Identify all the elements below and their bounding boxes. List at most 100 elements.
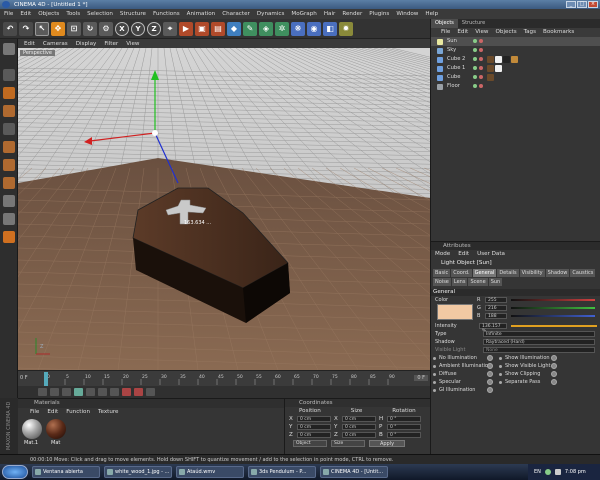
menu-item-dynamics[interactable]: Dynamics [257, 11, 285, 17]
intensity-slider[interactable] [511, 325, 597, 327]
materials-menu-texture[interactable]: Texture [98, 408, 118, 417]
menu-item-hair[interactable]: Hair [324, 11, 336, 17]
tab-structure[interactable]: Structure [458, 19, 489, 28]
render-dot-icon[interactable] [479, 48, 483, 52]
perspective-viewport[interactable]: 163.634 ... Z Perspective [18, 48, 430, 370]
points-mode-icon[interactable] [3, 141, 15, 153]
y-axis-lock-icon[interactable]: Y [131, 21, 145, 36]
taskbar-button[interactable]: white_wood_1.jpg - ... [104, 466, 172, 478]
object-mode-icon[interactable] [3, 87, 15, 99]
checkbox-separate-pass[interactable] [551, 379, 557, 385]
menu-item-plugins[interactable]: Plugins [369, 11, 389, 17]
redo-icon[interactable]: ↷ [19, 21, 33, 36]
visible-light-select[interactable]: None [483, 347, 595, 353]
scale-tool-icon[interactable]: ⊡ [67, 21, 81, 36]
rotate-tool-icon[interactable]: ↻ [83, 21, 97, 36]
object-row-cube[interactable]: Cube [431, 73, 600, 82]
menu-item-window[interactable]: Window [396, 11, 418, 17]
intensity-field[interactable]: 136.157 % [479, 323, 507, 334]
render-dot-icon[interactable] [479, 57, 483, 61]
deformer-icon[interactable]: ❋ [291, 21, 305, 36]
render-dot-icon[interactable] [479, 75, 483, 79]
rotation-b-field[interactable]: 0 ° [387, 432, 421, 438]
timeline-ruler[interactable]: 0 5 10 15 20 25 30 35 40 45 50 55 60 65 70 75 80 85 90 [18, 371, 430, 387]
attr-tab-coord[interactable]: Coord. [451, 269, 472, 277]
attributes-menu-mode[interactable]: Mode [435, 250, 450, 259]
render-view-icon[interactable]: ▶ [179, 21, 193, 36]
texture-tag-icon[interactable] [511, 56, 518, 63]
object-row-cube-2[interactable]: Cube 2 [431, 55, 600, 64]
edges-mode-icon[interactable] [3, 159, 15, 171]
visibility-dot-icon[interactable] [473, 57, 477, 61]
rgb-value-r[interactable]: 255 [485, 297, 507, 303]
texture-tag-icon[interactable] [487, 74, 494, 81]
attr-tab-general[interactable]: General [472, 269, 497, 277]
attr-tab-lens[interactable]: Lens [451, 278, 468, 286]
size-x-field[interactable]: 0 cm [342, 416, 376, 422]
render-picture-viewer-icon[interactable]: ▣ [195, 21, 209, 36]
cube-primitive-icon[interactable]: ◆ [227, 21, 241, 36]
attr-tab-details[interactable]: Details [497, 269, 519, 277]
timeline-playhead[interactable] [44, 372, 48, 386]
taskbar-button[interactable]: 3ds Pendulum - P... [248, 466, 316, 478]
rgb-value-b[interactable]: 188 [485, 313, 507, 319]
checkbox-show-illumination[interactable] [551, 355, 557, 361]
light-icon[interactable]: ✹ [339, 21, 353, 36]
checkbox-gi-illumination[interactable] [487, 387, 493, 393]
render-dot-icon[interactable] [479, 84, 483, 88]
array-generator-icon[interactable]: ✲ [275, 21, 289, 36]
attr-tab-shadow[interactable]: Shadow [545, 269, 570, 277]
shadow-select[interactable]: Raytraced (Hard) [483, 339, 595, 345]
viewport-menu-cameras[interactable]: Cameras [43, 41, 68, 47]
rgb-slider-r[interactable] [511, 299, 595, 301]
checkbox-ambient-illumination[interactable] [487, 363, 493, 369]
next-key-icon[interactable] [98, 388, 107, 396]
size-z-field[interactable]: 0 cm [342, 432, 376, 438]
checkbox-show-clipping[interactable] [551, 371, 557, 377]
menu-item-animation[interactable]: Animation [187, 11, 216, 17]
start-button[interactable] [2, 465, 28, 479]
x-axis-lock-icon[interactable]: X [115, 21, 129, 36]
snapping-icon[interactable] [3, 231, 15, 243]
go-to-end-icon[interactable] [110, 388, 119, 396]
material-preview-1[interactable] [22, 419, 42, 439]
timeline[interactable]: 0 5 10 15 20 25 30 35 40 45 50 55 60 65 70 75 80 85 90 0 F… [18, 370, 430, 386]
tab-objects[interactable]: Objects [431, 19, 458, 28]
timeline-end-frame[interactable]: 0 F [414, 375, 428, 381]
size-y-field[interactable]: 0 cm [342, 424, 376, 430]
network-icon[interactable] [544, 469, 551, 475]
size-mode-select[interactable]: Size [331, 440, 365, 447]
objects-menu-objects[interactable]: Objects [496, 28, 517, 37]
taskbar-button[interactable]: CINEMA 4D - [Untit... [320, 466, 388, 478]
rgb-slider-b[interactable] [511, 315, 595, 317]
menu-item-selection[interactable]: Selection [87, 11, 113, 17]
attr-tab-basic[interactable]: Basic [433, 269, 451, 277]
visibility-dot-icon[interactable] [473, 39, 477, 43]
texture-tag-icon[interactable] [495, 65, 502, 72]
object-row-floor[interactable]: Floor [431, 82, 600, 91]
rgb-value-g[interactable]: 216 [485, 305, 507, 311]
spline-pen-icon[interactable]: ✎ [243, 21, 257, 36]
model-mode-icon[interactable] [3, 69, 15, 81]
render-dot-icon[interactable] [479, 39, 483, 43]
object-row-sun[interactable]: Sun [431, 37, 600, 46]
render-dot-icon[interactable] [479, 66, 483, 70]
attr-tab-visibility[interactable]: Visibility [519, 269, 545, 277]
visibility-dot-icon[interactable] [473, 75, 477, 79]
play-icon[interactable] [74, 388, 83, 396]
position-y-field[interactable]: 0 cm [297, 424, 331, 430]
texture-tag-icon[interactable] [487, 65, 494, 72]
undo-icon[interactable]: ↶ [3, 21, 17, 36]
checkbox-show-visible-light[interactable] [551, 363, 557, 369]
menu-item-mograph[interactable]: MoGraph [291, 11, 316, 17]
object-row-cube-1[interactable]: Cube 1 [431, 64, 600, 73]
z-axis-lock-icon[interactable]: Z [147, 21, 161, 36]
go-to-start-icon[interactable] [38, 388, 47, 396]
taskbar-button[interactable]: Ataúd.wmv [176, 466, 244, 478]
material-preview-2[interactable] [46, 419, 66, 439]
menu-item-render[interactable]: Render [342, 11, 362, 17]
texture-tag-icon[interactable] [487, 56, 494, 63]
rgb-slider-g[interactable] [511, 307, 595, 309]
autokey-icon[interactable] [134, 388, 143, 396]
menu-item-tools[interactable]: Tools [66, 11, 80, 17]
